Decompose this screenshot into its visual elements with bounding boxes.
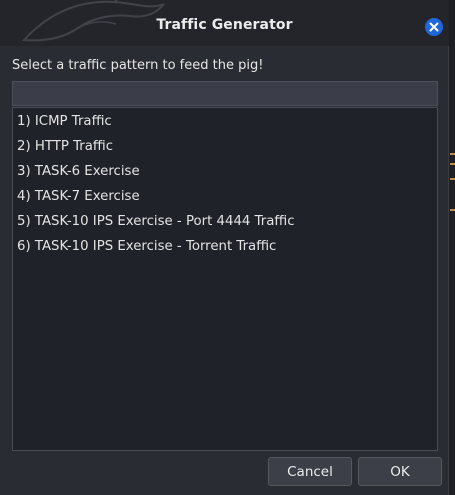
traffic-generator-dialog: Traffic Generator Select a traffic patte… (0, 0, 449, 495)
list-item-task10-port4444[interactable]: 5) TASK-10 IPS Exercise - Port 4444 Traf… (13, 209, 437, 234)
list-item-task7[interactable]: 4) TASK-7 Exercise (13, 184, 437, 209)
close-button[interactable] (425, 18, 443, 36)
traffic-pattern-list[interactable]: 1) ICMP Traffic 2) HTTP Traffic 3) TASK-… (12, 107, 438, 451)
ok-button[interactable]: OK (358, 457, 442, 486)
list-item-http[interactable]: 2) HTTP Traffic (13, 134, 437, 159)
desktop-background (449, 0, 455, 495)
desktop-accent-mark (450, 153, 455, 155)
desktop-accent-mark (450, 209, 455, 211)
desktop-accent-mark (450, 178, 455, 180)
list-item-task6[interactable]: 3) TASK-6 Exercise (13, 159, 437, 184)
list-item-icmp[interactable]: 1) ICMP Traffic (13, 109, 437, 134)
title-bar[interactable]: Traffic Generator (0, 0, 449, 46)
filter-input[interactable] (12, 81, 438, 106)
window-title: Traffic Generator (156, 17, 293, 33)
cancel-button[interactable]: Cancel (268, 457, 352, 486)
list-item-task10-torrent[interactable]: 6) TASK-10 IPS Exercise - Torrent Traffi… (13, 234, 437, 259)
close-icon (429, 22, 439, 32)
dialog-prompt: Select a traffic pattern to feed the pig… (12, 58, 264, 73)
desktop-accent-mark (450, 163, 455, 165)
